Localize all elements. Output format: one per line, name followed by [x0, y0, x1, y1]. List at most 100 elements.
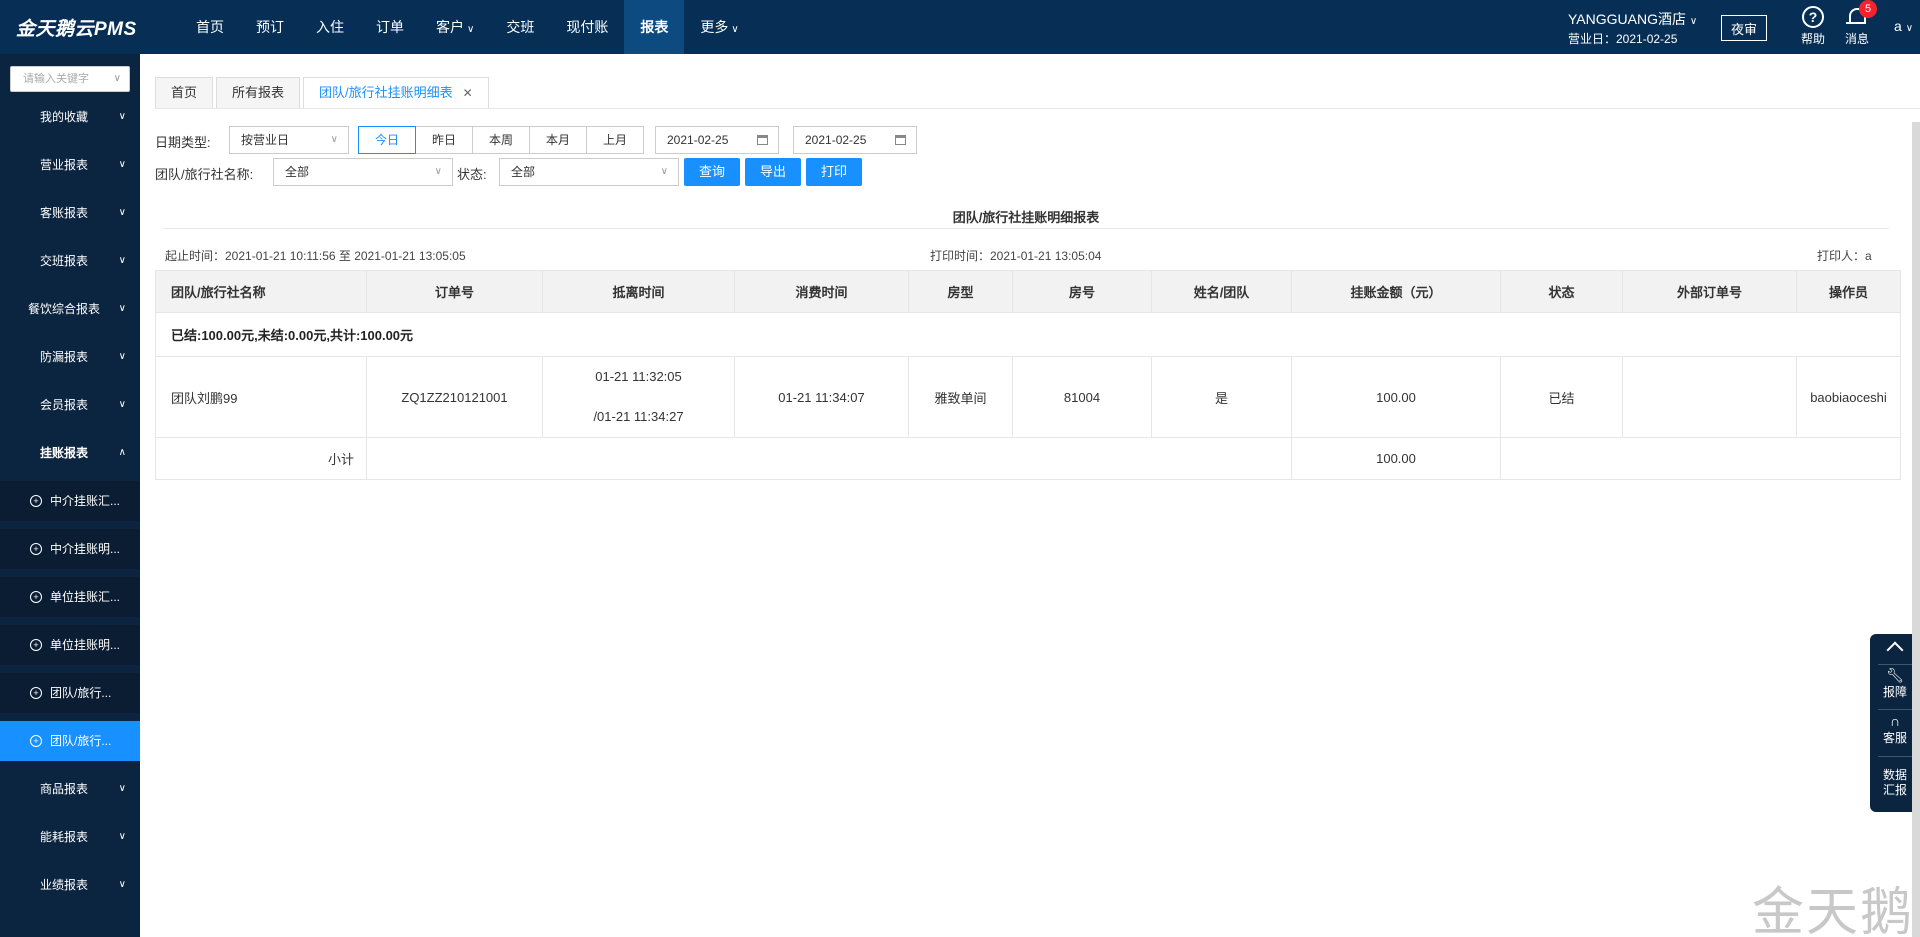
plus-circle-icon: + [30, 591, 42, 603]
table-header-row: 团队/旅行社名称 订单号 抵离时间 消费时间 房型 房号 姓名/团队 挂账金额（… [155, 270, 1901, 313]
tab-group-credit-detail[interactable]: 团队/旅行社挂账明细表 ✕ [303, 77, 489, 109]
sidebar-search-input[interactable]: 请输入关键字 ∨ [10, 66, 130, 92]
sidebar-item-member[interactable]: 会员报表 ∨ [0, 385, 140, 425]
night-audit-button[interactable]: 夜审 [1721, 15, 1767, 41]
summary-row: 已结:100.00元,未结:0.00元,共计:100.00元 [155, 312, 1901, 357]
cell-name: 是 [1151, 356, 1292, 438]
sidebar-item-catering[interactable]: 餐饮综合报表 ∨ [0, 289, 140, 329]
sidebar-sub-company-summary[interactable]: + 单位挂账汇... [0, 577, 140, 617]
nav-more[interactable]: 更多 ∨ [684, 0, 754, 54]
sidebar-item-goods[interactable]: 商品报表 ∨ [0, 769, 140, 809]
status-select[interactable]: 全部 ∨ [499, 158, 679, 186]
sidebar-sub-group-summary[interactable]: + 团队/旅行... [0, 673, 140, 713]
divider [1878, 664, 1912, 665]
period-today-button[interactable]: 今日 [358, 126, 416, 154]
date-type-select[interactable]: 按营业日 ∨ [229, 126, 349, 154]
period-last-month-button[interactable]: 上月 [586, 126, 644, 154]
nav-home[interactable]: 首页 [180, 0, 240, 54]
chevron-down-icon: ∨ [118, 879, 126, 890]
chevron-down-icon: ∨ [118, 159, 126, 170]
sidebar-item-guest-account[interactable]: 客账报表 ∨ [0, 193, 140, 233]
column-header: 抵离时间 [542, 270, 735, 313]
sidebar-item-leak-prevention[interactable]: 防漏报表 ∨ [0, 337, 140, 377]
close-icon[interactable]: ✕ [463, 86, 473, 100]
column-header: 外部订单号 [1622, 270, 1797, 313]
sidebar-item-business[interactable]: 营业报表 ∨ [0, 145, 140, 185]
period-yesterday-button[interactable]: 昨日 [415, 126, 473, 154]
chevron-down-icon: ∨ [434, 166, 442, 177]
sidebar-sub-group-detail[interactable]: + 团队/旅行... [0, 721, 140, 761]
table-row[interactable]: 团队刘鹏99 ZQ1ZZ210121001 01-21 11:32:05 /01… [155, 356, 1901, 438]
chevron-up-icon[interactable] [1886, 641, 1904, 659]
period-this-month-button[interactable]: 本月 [529, 126, 587, 154]
cell-external-no [1622, 356, 1797, 438]
query-button[interactable]: 查询 [684, 158, 740, 186]
help-button[interactable]: ? 帮助 [1793, 6, 1833, 47]
period-selector: 今日 昨日 本周 本月 上月 [358, 126, 644, 154]
sidebar-item-credit[interactable]: 挂账报表 ∧ [0, 433, 140, 473]
subtotal-empty [366, 437, 1292, 480]
group-name-select[interactable]: 全部 ∨ [273, 158, 453, 186]
group-name-label: 团队/旅行社名称: [155, 167, 254, 182]
message-count-badge: 5 [1859, 0, 1877, 18]
period-this-week-button[interactable]: 本周 [472, 126, 530, 154]
nav-orders[interactable]: 订单 [360, 0, 420, 54]
nav-customers[interactable]: 客户 ∨ [420, 0, 490, 54]
nav-checkin[interactable]: 入住 [300, 0, 360, 54]
subtotal-label: 小计 [155, 437, 367, 480]
chevron-down-icon: ∨ [1689, 16, 1698, 27]
sidebar-item-energy[interactable]: 能耗报表 ∨ [0, 817, 140, 857]
sidebar-sub-agent-summary[interactable]: + 中介挂账汇... [0, 481, 140, 521]
plus-circle-icon: + [30, 543, 42, 555]
arrive-time: 01-21 11:32:05 [595, 369, 682, 384]
hotel-selector[interactable]: YANGGUANG酒店 ∨ [1568, 9, 1697, 29]
subtotal-amount: 100.00 [1291, 437, 1501, 480]
sidebar-sub-agent-detail[interactable]: + 中介挂账明... [0, 529, 140, 569]
divider [1878, 756, 1912, 757]
column-header: 状态 [1500, 270, 1623, 313]
print-button[interactable]: 打印 [806, 158, 862, 186]
export-button[interactable]: 导出 [745, 158, 801, 186]
sidebar-item-performance[interactable]: 业绩报表 ∨ [0, 865, 140, 905]
date-to-input[interactable]: 2021-02-25 [793, 126, 917, 154]
cell-group: 团队刘鹏99 [155, 356, 367, 438]
chevron-down-icon: ∨ [660, 166, 668, 177]
status-label: 状态: [457, 167, 487, 182]
tab-all-reports[interactable]: 所有报表 [216, 77, 301, 109]
chevron-down-icon: ∨ [731, 24, 739, 35]
nav-reports[interactable]: 报表 [624, 0, 685, 54]
subtotal-empty [1500, 437, 1901, 480]
column-header: 订单号 [366, 270, 543, 313]
chevron-down-icon: ∨ [118, 831, 126, 842]
chevron-down-icon: ∨ [330, 134, 338, 145]
chevron-down-icon: ∨ [118, 207, 126, 218]
help-icon: ? [1802, 6, 1824, 28]
app-logo: 金天鹅云PMS [16, 19, 137, 40]
business-day: 营业日：2021-02-25 [1568, 32, 1678, 46]
cell-status: 已结 [1500, 356, 1623, 438]
chevron-down-icon: ∨ [118, 255, 126, 266]
column-header: 房号 [1012, 270, 1152, 313]
date-from-input[interactable]: 2021-02-25 [655, 126, 779, 154]
nav-shift[interactable]: 交班 [490, 0, 550, 54]
user-menu[interactable]: a ∨ [1894, 18, 1913, 34]
messages-button[interactable]: 5 消息 [1837, 0, 1877, 47]
report-printer: 打印人：a [1817, 249, 1872, 263]
tab-home[interactable]: 首页 [155, 77, 214, 109]
sidebar-item-shift[interactable]: 交班报表 ∨ [0, 241, 140, 281]
nav-cash-account[interactable]: 现付账 [550, 0, 624, 54]
tab-divider [155, 108, 1920, 109]
cell-stay-time: 01-21 11:32:05 /01-21 11:34:27 [542, 356, 735, 438]
report-title: 团队/旅行社挂账明细报表 [952, 210, 1100, 225]
sidebar-item-favorites[interactable]: 我的收藏 ∨ [0, 97, 140, 137]
column-header: 房型 [908, 270, 1013, 313]
chevron-down-icon: ∨ [118, 351, 126, 362]
sidebar-sub-company-detail[interactable]: + 单位挂账明... [0, 625, 140, 665]
divider [1878, 709, 1912, 710]
chevron-down-icon: ∨ [118, 399, 126, 410]
chevron-down-icon: ∨ [1905, 23, 1914, 34]
page-scrollbar[interactable] [1912, 122, 1920, 937]
nav-booking[interactable]: 预订 [240, 0, 300, 54]
column-header: 团队/旅行社名称 [155, 270, 367, 313]
report-divider [163, 228, 1889, 229]
